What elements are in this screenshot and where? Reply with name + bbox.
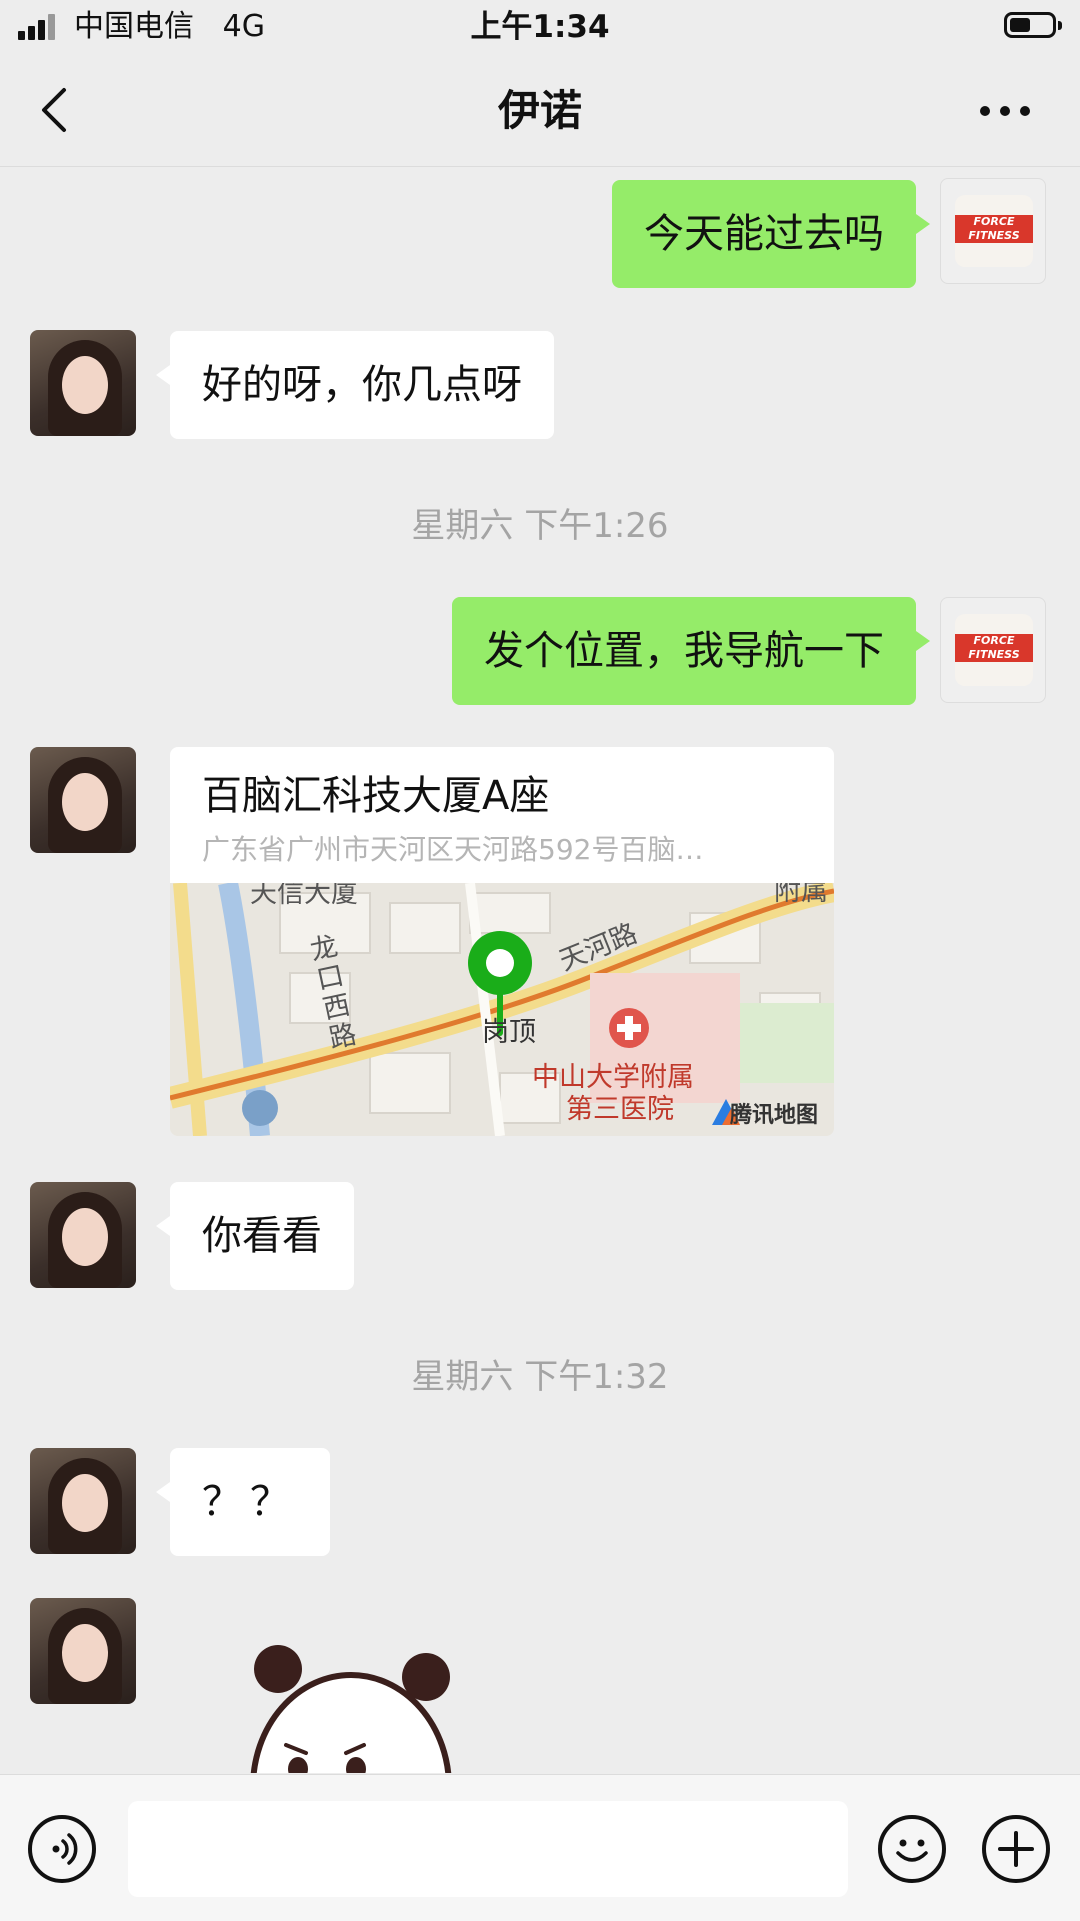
- message-input[interactable]: [128, 1801, 848, 1897]
- contact-avatar[interactable]: [30, 747, 136, 853]
- plus-icon[interactable]: [982, 1815, 1050, 1883]
- message-bubble-incoming[interactable]: 好的呀，你几点呀: [156, 331, 554, 439]
- map-label: 中山大学附属: [532, 1062, 694, 1093]
- my-avatar[interactable]: FORCE FITNESS: [940, 178, 1046, 284]
- timestamp: 星期六 下午1:26: [411, 506, 669, 546]
- contact-avatar[interactable]: [30, 1448, 136, 1554]
- location-card[interactable]: 百脑汇科技大厦A座 广东省广州市天河区天河路592号百脑… 天信大厦 龙口西路 …: [170, 747, 834, 1136]
- map-label: 附属: [774, 883, 828, 907]
- more-dots-icon[interactable]: [976, 94, 1036, 126]
- location-address: 广东省广州市天河区天河路592号百脑…: [202, 833, 704, 866]
- message-bubble-incoming[interactable]: ？？: [156, 1448, 330, 1556]
- map-label: 第三医院: [566, 1094, 674, 1125]
- battery-icon: [1004, 12, 1062, 38]
- location-name: 百脑汇科技大厦A座: [202, 773, 550, 819]
- map-label: 天信大厦: [250, 883, 358, 909]
- contact-avatar[interactable]: [30, 1598, 136, 1704]
- message-bubble-outgoing[interactable]: 发个位置，我导航一下: [452, 597, 930, 705]
- status-bar: 中国电信 4G 上午1:34: [0, 0, 1080, 54]
- my-avatar[interactable]: FORCE FITNESS: [940, 597, 1046, 703]
- emoji-icon[interactable]: [878, 1815, 946, 1883]
- message-bubble-incoming[interactable]: 你看看: [156, 1182, 354, 1290]
- chat-header: 伊诺: [0, 54, 1080, 167]
- message-list[interactable]: FORCE FITNESS 今天能过去吗 好的呀，你几点呀 星期六 下午1:26 …: [0, 167, 1080, 1773]
- voice-icon[interactable]: [28, 1815, 96, 1883]
- chat-title: 伊诺: [497, 86, 582, 135]
- map-preview[interactable]: 天信大厦 龙口西路 天河路 岗顶 中山大学附属 第三医院 附属 腾讯地图: [170, 883, 834, 1136]
- contact-avatar[interactable]: [30, 330, 136, 436]
- timestamp: 星期六 下午1:32: [411, 1357, 669, 1397]
- input-bar: [0, 1774, 1080, 1921]
- message-bubble-outgoing[interactable]: 今天能过去吗: [612, 180, 930, 288]
- map-label: 岗顶: [482, 1017, 536, 1048]
- contact-avatar[interactable]: [30, 1182, 136, 1288]
- panda-sticker[interactable]: [236, 1637, 466, 1773]
- status-time: 上午1:34: [470, 9, 610, 45]
- map-provider: 腾讯地图: [730, 1103, 819, 1128]
